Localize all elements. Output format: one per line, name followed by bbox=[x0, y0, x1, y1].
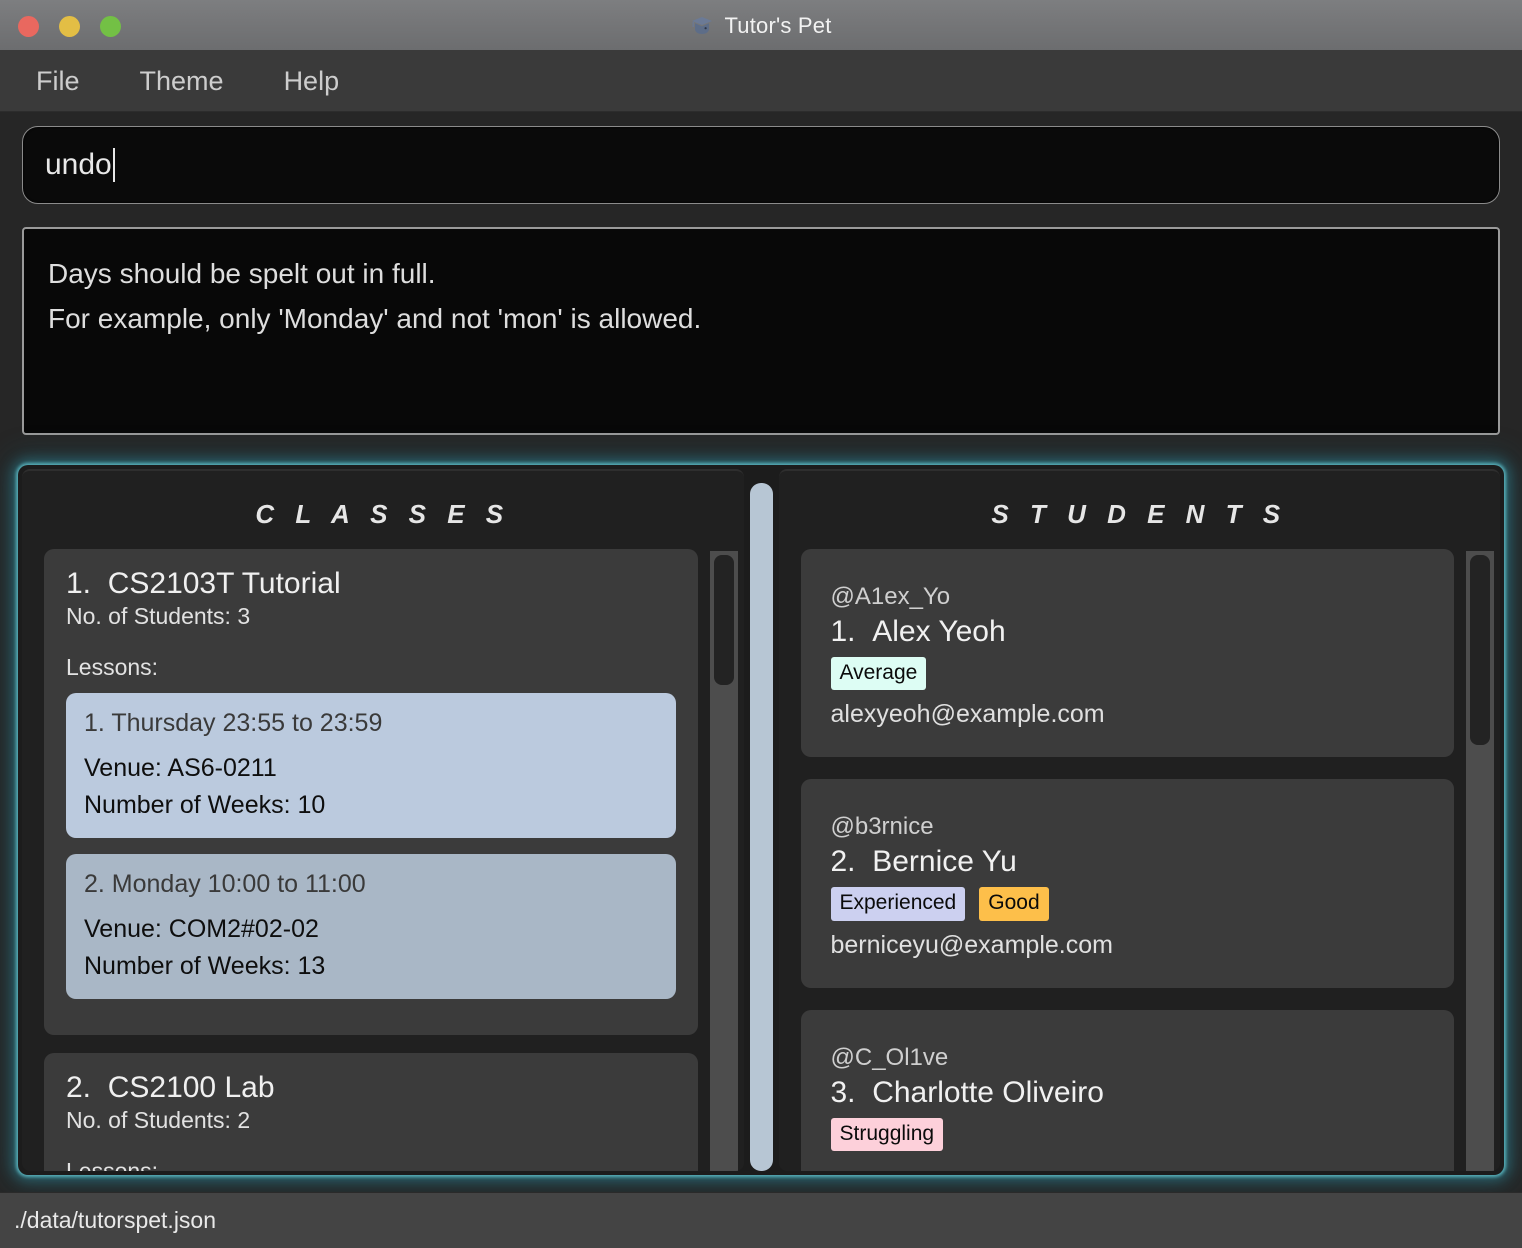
lesson-venue: Venue: COM2#02-02 bbox=[84, 915, 319, 943]
class-name: CS2100 Lab bbox=[107, 1071, 275, 1104]
class-name: CS2103T Tutorial bbox=[107, 567, 341, 600]
menu-item-theme[interactable]: Theme bbox=[134, 64, 230, 99]
lesson-weeks: Number of Weeks: 13 bbox=[84, 952, 326, 980]
student-handle: @C_Ol1ve bbox=[830, 1043, 949, 1071]
result-display: Days should be spelt out in full. For ex… bbox=[22, 227, 1500, 435]
title-bar: Tutor's Pet bbox=[0, 0, 1522, 51]
students-panel-title: S T U D E N T S bbox=[991, 499, 1288, 529]
result-line-2: For example, only 'Monday' and not 'mon'… bbox=[48, 303, 702, 335]
window-title: Tutor's Pet bbox=[724, 12, 832, 38]
result-line-1: Days should be spelt out in full. bbox=[48, 258, 436, 289]
menu-item-file[interactable]: File bbox=[30, 64, 86, 99]
save-location-path: ./data/tutorspet.json bbox=[14, 1207, 217, 1233]
class-lessons-label: Lessons: bbox=[66, 1158, 159, 1171]
text-caret bbox=[112, 148, 115, 182]
student-card[interactable]: @b3rnice 2. Bernice Yu Experienced Good … bbox=[800, 779, 1454, 988]
classes-list-wrap: 1. CS2103T Tutorial No. of Students: 3 L… bbox=[22, 549, 744, 1171]
student-name-row: 1. Alex Yeoh bbox=[831, 615, 1431, 649]
lesson-card[interactable]: 2. Monday 10:00 to 11:00 Venue: COM2#02-… bbox=[66, 854, 676, 999]
window-title-group: Tutor's Pet bbox=[0, 0, 1522, 51]
students-scrollbar[interactable] bbox=[1466, 551, 1494, 1171]
lesson-card[interactable]: 1. Thursday 23:55 to 23:59 Venue: AS6-02… bbox=[66, 693, 676, 838]
student-card[interactable]: @A1ex_Yo 1. Alex Yeoh Average alexyeoh@e… bbox=[800, 549, 1454, 758]
class-index: 2. bbox=[66, 1071, 92, 1104]
class-card[interactable]: 2. CS2100 Lab No. of Students: 2 Lessons… bbox=[44, 1053, 698, 1171]
class-index: 1. bbox=[66, 567, 92, 600]
command-input[interactable]: undo bbox=[22, 126, 1500, 204]
menu-item-help[interactable]: Help bbox=[278, 64, 346, 99]
student-tag[interactable]: Struggling bbox=[830, 1117, 944, 1151]
class-card-title: 2. CS2100 Lab bbox=[66, 1071, 676, 1105]
lesson-weeks: Number of Weeks: 10 bbox=[84, 791, 326, 819]
student-tag[interactable]: Average bbox=[830, 657, 927, 691]
students-list: @A1ex_Yo 1. Alex Yeoh Average alexyeoh@e… bbox=[779, 549, 1467, 1171]
lesson-schedule: 2. Monday 10:00 to 11:00 bbox=[84, 870, 366, 898]
student-name: Charlotte Oliveiro bbox=[872, 1075, 1104, 1109]
student-index: 3. bbox=[830, 1075, 856, 1109]
split-pane: C L A S S E S 1. CS2103T Tutorial No. of… bbox=[18, 465, 1504, 1175]
student-handle: @b3rnice bbox=[830, 813, 934, 841]
student-name: Bernice Yu bbox=[872, 845, 1017, 879]
student-email: berniceyu@example.com bbox=[830, 930, 1113, 959]
status-bar: ./data/tutorspet.json bbox=[0, 1192, 1522, 1248]
main-content: undo Days should be spelt out in full. F… bbox=[0, 112, 1522, 1192]
students-scrollbar-thumb[interactable] bbox=[1470, 555, 1490, 745]
class-card-title: 1. CS2103T Tutorial bbox=[66, 567, 676, 601]
class-student-count: No. of Students: 2 bbox=[66, 1107, 251, 1133]
classes-list: 1. CS2103T Tutorial No. of Students: 3 L… bbox=[22, 549, 710, 1171]
student-tags: Struggling bbox=[830, 1117, 1431, 1151]
student-name-row: 2. Bernice Yu bbox=[831, 845, 1431, 879]
student-index: 2. bbox=[830, 845, 856, 879]
lesson-venue: Venue: AS6-0211 bbox=[84, 754, 277, 782]
class-student-count: No. of Students: 3 bbox=[66, 603, 251, 629]
split-pane-divider[interactable] bbox=[749, 483, 773, 1171]
student-name-row: 3. Charlotte Oliveiro bbox=[831, 1076, 1431, 1110]
student-tags: Experienced Good bbox=[830, 887, 1431, 921]
classes-scrollbar-thumb[interactable] bbox=[713, 555, 734, 685]
student-email: alexyeoh@example.com bbox=[830, 700, 1105, 729]
graduation-cap-pet-icon bbox=[692, 16, 713, 34]
student-index: 1. bbox=[830, 615, 856, 648]
lesson-schedule: 1. Thursday 23:55 to 23:59 bbox=[84, 709, 383, 737]
student-name: Alex Yeoh bbox=[872, 615, 1006, 648]
menu-bar: File Theme Help bbox=[0, 51, 1522, 112]
classes-scrollbar[interactable] bbox=[709, 551, 738, 1171]
class-card[interactable]: 1. CS2103T Tutorial No. of Students: 3 L… bbox=[44, 549, 698, 1035]
classes-panel-title: C L A S S E S bbox=[255, 499, 511, 529]
student-tag[interactable]: Experienced bbox=[830, 887, 966, 921]
class-lessons-label: Lessons: bbox=[66, 654, 159, 680]
student-card[interactable]: @C_Ol1ve 3. Charlotte Oliveiro Strugglin… bbox=[800, 1009, 1454, 1171]
app-window: Tutor's Pet File Theme Help undo Days sh… bbox=[0, 0, 1522, 1248]
classes-panel: C L A S S E S 1. CS2103T Tutorial No. of… bbox=[22, 469, 744, 1171]
student-tag[interactable]: Good bbox=[979, 887, 1049, 921]
students-panel: S T U D E N T S @A1ex_Yo 1. Alex Yeoh Av… bbox=[778, 469, 1501, 1171]
student-handle: @A1ex_Yo bbox=[830, 583, 951, 610]
command-input-value: undo bbox=[45, 148, 112, 181]
student-tags: Average bbox=[830, 657, 1431, 691]
students-list-wrap: @A1ex_Yo 1. Alex Yeoh Average alexyeoh@e… bbox=[779, 549, 1501, 1171]
